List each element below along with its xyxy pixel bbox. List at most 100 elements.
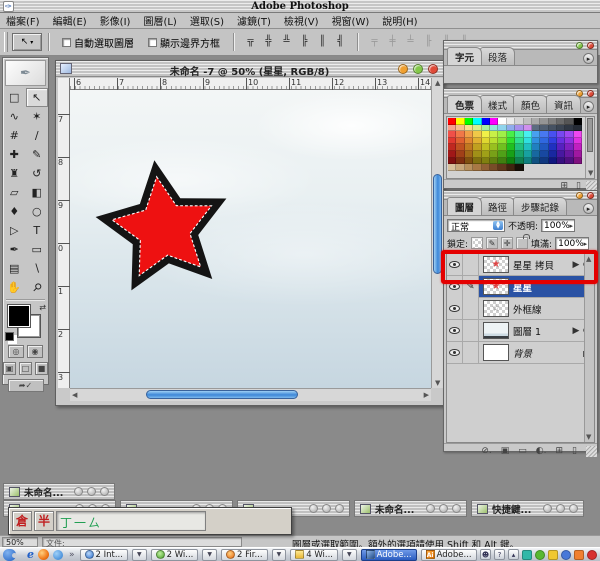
color-swatch[interactable] bbox=[498, 124, 507, 132]
menu-item-2[interactable]: 影像(I) bbox=[100, 13, 131, 28]
color-swatch[interactable] bbox=[540, 131, 549, 138]
crop-tool[interactable]: # bbox=[3, 126, 26, 145]
color-swatch[interactable] bbox=[515, 137, 524, 145]
brush-tool[interactable]: ✎ bbox=[26, 145, 49, 164]
color-swatch[interactable] bbox=[464, 137, 474, 145]
menu-item-6[interactable]: 檢視(V) bbox=[284, 13, 319, 28]
color-swatch[interactable] bbox=[473, 118, 482, 125]
color-swatch[interactable] bbox=[523, 118, 532, 125]
taskbar-button-ie[interactable]: 2 Int... bbox=[79, 548, 128, 561]
path-selection-tool[interactable]: ▷ bbox=[3, 221, 26, 240]
color-swatch[interactable] bbox=[548, 118, 558, 125]
visibility-toggle[interactable] bbox=[447, 341, 463, 364]
color-swatch[interactable] bbox=[557, 124, 566, 132]
color-swatch[interactable] bbox=[481, 124, 490, 132]
magic-wand-tool[interactable]: ✶ bbox=[26, 107, 49, 126]
hand-tool[interactable]: ✋ bbox=[3, 278, 26, 297]
scroll-down-icon[interactable]: ▼ bbox=[435, 379, 440, 387]
align-icon-2[interactable]: ╩ bbox=[280, 35, 293, 49]
type-tool[interactable]: T bbox=[26, 221, 49, 240]
blur-tool[interactable]: ♦ bbox=[3, 202, 26, 221]
window-button[interactable] bbox=[87, 487, 96, 496]
menu-item-7[interactable]: 視窗(W) bbox=[332, 13, 370, 28]
color-swatch[interactable] bbox=[565, 131, 574, 138]
healing-brush-tool[interactable]: ✚ bbox=[3, 145, 26, 164]
panel-menu-icon[interactable]: ▸ bbox=[583, 203, 594, 214]
fullscreen-button[interactable]: ■ bbox=[35, 362, 48, 375]
color-swatch[interactable] bbox=[481, 144, 490, 151]
window-button[interactable] bbox=[556, 504, 565, 513]
color-swatch[interactable] bbox=[464, 124, 474, 132]
color-swatch[interactable] bbox=[506, 137, 516, 145]
color-swatch[interactable] bbox=[557, 118, 566, 125]
color-swatch[interactable] bbox=[515, 164, 524, 171]
window-button[interactable] bbox=[543, 504, 552, 513]
color-swatch[interactable] bbox=[489, 124, 499, 132]
color-swatch[interactable] bbox=[565, 157, 574, 165]
pen-tool[interactable]: ✒ bbox=[3, 240, 26, 259]
tab-layers[interactable]: 圖層 bbox=[447, 197, 483, 215]
color-swatch[interactable] bbox=[464, 157, 474, 165]
internet-explorer-icon[interactable]: e bbox=[27, 549, 34, 560]
color-swatch[interactable] bbox=[557, 137, 566, 145]
color-swatch[interactable] bbox=[548, 144, 558, 151]
tray-icon-4[interactable] bbox=[574, 549, 584, 560]
color-swatch[interactable] bbox=[456, 157, 465, 165]
color-swatch[interactable] bbox=[557, 157, 566, 165]
layer-row-layer1[interactable]: 圖層 1 ▶⊘ bbox=[447, 319, 594, 342]
show-bounding-box-checkbox[interactable]: 顯示邊界方框 bbox=[148, 35, 220, 50]
color-swatch[interactable] bbox=[448, 164, 457, 171]
panel-menu-icon[interactable]: ▸ bbox=[583, 101, 594, 112]
window-button[interactable] bbox=[309, 504, 318, 513]
tab-paths[interactable]: 路徑 bbox=[480, 197, 516, 215]
tab-styles[interactable]: 樣式 bbox=[480, 95, 516, 113]
window-button[interactable] bbox=[426, 504, 435, 513]
color-swatch[interactable] bbox=[473, 157, 482, 165]
color-swatch[interactable] bbox=[448, 137, 457, 145]
user-icon[interactable]: ☻ bbox=[480, 549, 491, 560]
taskbar-button-ai[interactable]: Ai Adobe... bbox=[420, 548, 477, 561]
color-swatch[interactable] bbox=[489, 118, 499, 125]
color-swatch[interactable] bbox=[498, 150, 507, 158]
ime-width-button[interactable]: 半 bbox=[34, 511, 54, 531]
lock-image-icon[interactable]: ✎ bbox=[486, 237, 499, 249]
color-swatch[interactable] bbox=[481, 118, 490, 125]
blend-mode-select[interactable]: 正常 ▲ ▼ bbox=[447, 218, 505, 233]
color-swatch[interactable] bbox=[456, 164, 465, 171]
start-apple-icon[interactable] bbox=[3, 548, 17, 561]
color-swatch[interactable] bbox=[523, 131, 532, 138]
color-swatch[interactable] bbox=[456, 144, 465, 151]
color-swatch[interactable] bbox=[489, 150, 499, 158]
color-swatch[interactable] bbox=[557, 131, 566, 138]
menu-item-8[interactable]: 說明(H) bbox=[382, 13, 417, 28]
color-swatch[interactable] bbox=[573, 124, 583, 132]
menu-item-0[interactable]: 檔案(F) bbox=[6, 13, 40, 28]
color-swatch[interactable] bbox=[448, 150, 457, 158]
color-swatch[interactable] bbox=[557, 144, 566, 151]
color-swatch[interactable] bbox=[481, 150, 490, 158]
color-swatch[interactable] bbox=[573, 137, 583, 145]
color-swatch[interactable] bbox=[506, 124, 516, 132]
color-swatch[interactable] bbox=[515, 144, 524, 151]
taskbar-button-ps[interactable]: Adobe... bbox=[360, 548, 417, 561]
color-swatch[interactable] bbox=[456, 124, 465, 132]
window-button[interactable] bbox=[335, 504, 344, 513]
color-swatch[interactable] bbox=[540, 150, 549, 158]
slice-tool[interactable]: ∕ bbox=[26, 126, 49, 145]
trash-icon[interactable]: ▯ bbox=[572, 446, 577, 456]
window-button[interactable] bbox=[100, 487, 109, 496]
tab-swatches[interactable]: 色票 bbox=[447, 95, 483, 113]
ime-mode-button[interactable]: 倉 bbox=[12, 511, 32, 531]
color-swatch[interactable] bbox=[515, 124, 524, 132]
color-swatch[interactable] bbox=[506, 144, 516, 151]
vertical-scrollbar[interactable]: ▲ ▼ bbox=[431, 78, 443, 388]
color-swatch[interactable] bbox=[464, 150, 474, 158]
color-swatch[interactable] bbox=[523, 137, 532, 145]
color-swatch[interactable] bbox=[531, 118, 541, 125]
swap-colors-icon[interactable]: ⇄ bbox=[39, 303, 46, 312]
adjustment-layer-icon[interactable]: ◐. bbox=[536, 446, 547, 456]
tab-history[interactable]: 步驟記錄 bbox=[513, 197, 568, 215]
color-swatch[interactable] bbox=[573, 118, 583, 125]
color-swatch[interactable] bbox=[473, 124, 482, 132]
scroll-left-icon[interactable]: ◀ bbox=[72, 391, 77, 399]
